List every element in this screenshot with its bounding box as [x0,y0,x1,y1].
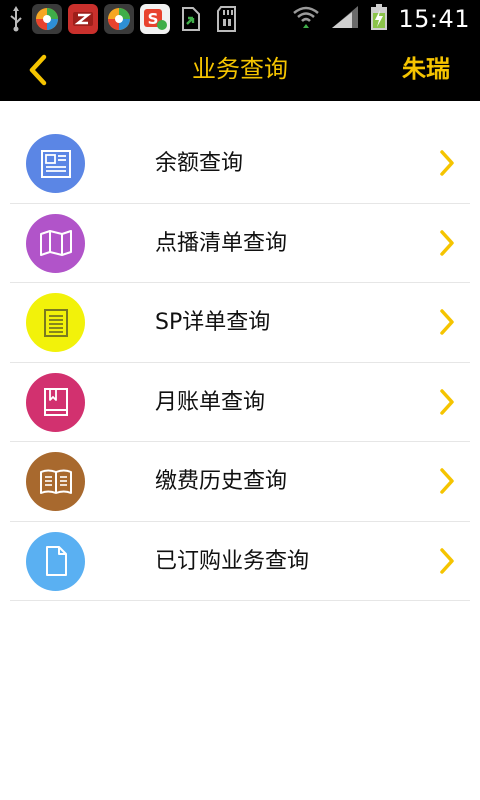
newspaper-icon [26,134,85,193]
chevron-right-icon [438,387,456,417]
app-360-icon [32,4,62,34]
menu-item-balance-query[interactable]: 余额查询 [10,124,470,204]
usb-icon [6,4,26,34]
menu-item-monthly-bill-query[interactable]: 月账单查询 [10,363,470,442]
status-bar: S 15:41 [0,0,480,38]
chevron-right-icon [438,546,456,576]
z-app-icon [68,4,98,34]
menu-item-sp-detail-query[interactable]: SP详单查询 [10,283,470,363]
app-header: 业务查询 朱瑞 [0,38,480,101]
menu-item-label: 余额查询 [155,151,244,176]
list-icon [26,293,85,352]
sd-card-icon [212,4,242,34]
menu-item-subscribed-services-query[interactable]: 已订购业务查询 [10,522,470,601]
back-button[interactable] [18,50,58,90]
menu-item-label: SP详单查询 [155,310,271,335]
map-icon [26,213,85,273]
menu-item-label: 月账单查询 [155,389,266,415]
document-icon [26,531,85,591]
menu-item-label: 缴费历史查询 [155,469,288,494]
bookmark-book-icon [26,372,85,432]
chevron-left-icon [29,54,47,86]
menu-item-label: 已订购业务查询 [155,548,310,574]
wifi-icon [292,4,320,34]
chevron-right-icon [438,228,456,258]
query-menu: 余额查询 点播清单查询 SP详单查询 月账单查询 缴费历史查询 已订购业务查询 [10,124,470,601]
menu-item-vod-list-query[interactable]: 点播清单查询 [10,204,470,283]
battery-charging-icon [370,3,388,35]
chevron-right-icon [438,148,456,178]
chevron-right-icon [438,466,456,496]
open-book-icon [26,452,85,511]
svg-text:S: S [148,10,159,28]
file-transfer-icon [176,4,206,34]
signal-icon [330,4,360,34]
app-360-icon [104,4,134,34]
menu-item-label: 点播清单查询 [155,230,288,256]
clock: 15:41 [398,5,470,33]
notification-icons: S [6,0,242,38]
chevron-right-icon [438,307,456,337]
system-icons: 15:41 [292,0,470,38]
user-name[interactable]: 朱瑞 [402,38,450,101]
menu-item-payment-history-query[interactable]: 缴费历史查询 [10,442,470,522]
s-app-icon: S [140,4,170,34]
